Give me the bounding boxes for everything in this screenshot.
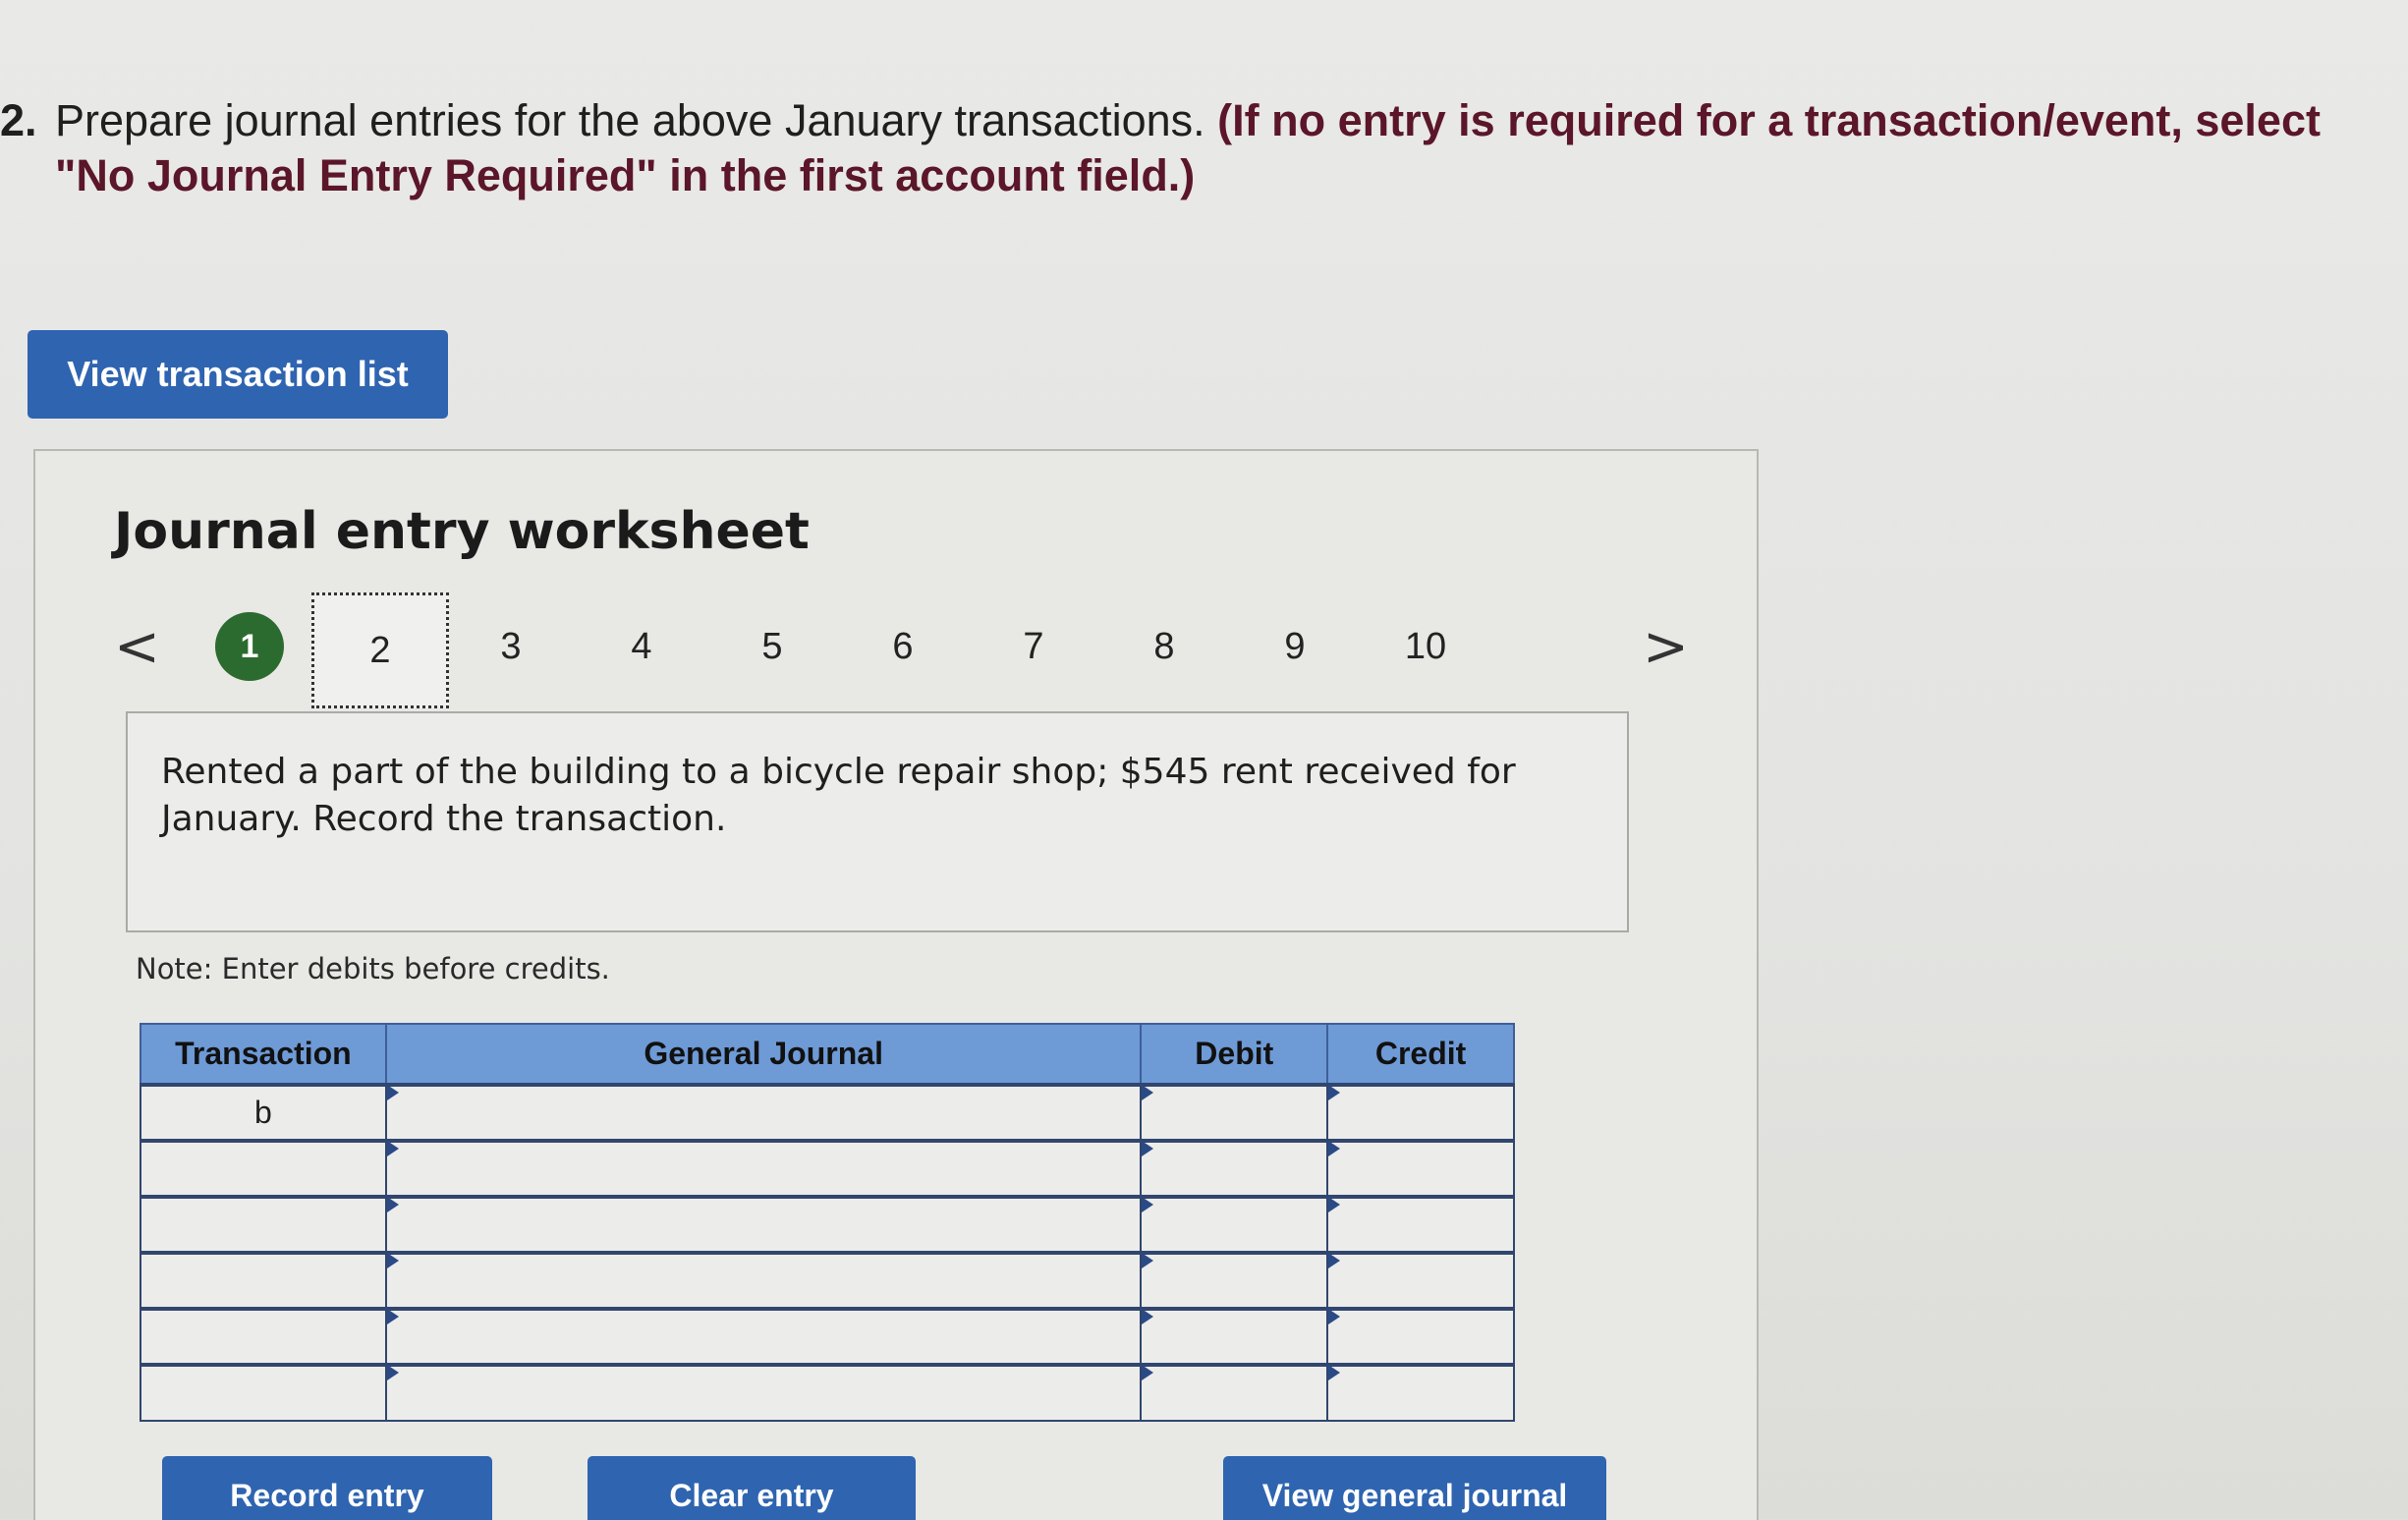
table-row: b (140, 1083, 1515, 1142)
cell-marker-icon (1328, 1309, 1341, 1324)
debit-input[interactable] (1140, 1251, 1329, 1310)
transaction-cell-value: b (254, 1095, 272, 1130)
question-text: Prepare journal entries for the above Ja… (55, 93, 2403, 203)
page-1[interactable]: 1 (215, 612, 284, 681)
worksheet-pager: < 1 2 3 4 5 6 7 8 9 10 > (114, 592, 1706, 716)
transaction-cell[interactable] (140, 1251, 387, 1310)
transaction-cell[interactable] (140, 1139, 387, 1198)
cell-marker-icon (386, 1365, 399, 1380)
page-10[interactable]: 10 (1391, 612, 1460, 681)
note-text: Note: Enter debits before credits. (136, 952, 610, 985)
view-transaction-list-button[interactable]: View transaction list (28, 330, 448, 419)
debit-input[interactable] (1140, 1139, 1329, 1198)
clear-entry-button[interactable]: Clear entry (588, 1456, 916, 1520)
account-input[interactable] (384, 1195, 1143, 1254)
credit-input[interactable] (1326, 1363, 1515, 1422)
page-4[interactable]: 4 (607, 612, 676, 681)
journal-table: Transaction General Journal Debit Credit… (140, 1023, 1515, 1422)
account-input[interactable] (384, 1307, 1143, 1366)
next-arrow-icon[interactable]: > (1643, 620, 1689, 675)
debit-input[interactable] (1140, 1195, 1329, 1254)
transaction-description-text: Rented a part of the building to a bicyc… (161, 752, 1516, 839)
credit-input[interactable] (1326, 1307, 1515, 1366)
cell-marker-icon (386, 1085, 399, 1100)
page-3[interactable]: 3 (476, 612, 545, 681)
cell-marker-icon (1142, 1141, 1154, 1156)
cell-marker-icon (1328, 1141, 1341, 1156)
cell-marker-icon (1328, 1365, 1341, 1380)
cell-marker-icon (1328, 1085, 1341, 1100)
page-6[interactable]: 6 (868, 612, 937, 681)
account-input[interactable] (384, 1251, 1143, 1310)
transaction-cell[interactable]: b (140, 1083, 387, 1142)
credit-input[interactable] (1326, 1251, 1515, 1310)
cell-marker-icon (1142, 1309, 1154, 1324)
page-5[interactable]: 5 (738, 612, 807, 681)
cell-marker-icon (386, 1253, 399, 1268)
table-row (140, 1363, 1515, 1422)
question-number: 2. (0, 95, 37, 145)
transaction-cell[interactable] (140, 1363, 387, 1422)
cell-marker-icon (1328, 1197, 1341, 1212)
table-row (140, 1195, 1515, 1254)
cell-marker-icon (1142, 1253, 1154, 1268)
record-entry-button[interactable]: Record entry (162, 1456, 492, 1520)
account-input[interactable] (384, 1363, 1143, 1422)
transaction-description: Rented a part of the building to a bicyc… (126, 711, 1629, 932)
cell-marker-icon (1142, 1085, 1154, 1100)
debit-input[interactable] (1140, 1083, 1329, 1142)
cell-marker-icon (386, 1141, 399, 1156)
table-row (140, 1251, 1515, 1310)
header-credit: Credit (1326, 1023, 1515, 1086)
account-input[interactable] (384, 1083, 1143, 1142)
page-8[interactable]: 8 (1130, 612, 1199, 681)
cell-marker-icon (386, 1197, 399, 1212)
debit-input[interactable] (1140, 1363, 1329, 1422)
prev-arrow-icon[interactable]: < (114, 620, 160, 675)
journal-entry-worksheet: Journal entry worksheet < 1 2 3 4 5 6 7 8 9 10 > … (33, 449, 1759, 1520)
page-7[interactable]: 7 (999, 612, 1068, 681)
view-general-journal-button[interactable]: View general journal (1223, 1456, 1606, 1520)
transaction-cell[interactable] (140, 1195, 387, 1254)
credit-input[interactable] (1326, 1195, 1515, 1254)
header-debit: Debit (1140, 1023, 1329, 1086)
header-general-journal: General Journal (384, 1023, 1143, 1086)
credit-input[interactable] (1326, 1139, 1515, 1198)
credit-input[interactable] (1326, 1083, 1515, 1142)
table-row (140, 1139, 1515, 1198)
page-9[interactable]: 9 (1260, 612, 1329, 681)
page-2[interactable]: 2 (311, 592, 449, 708)
transaction-cell[interactable] (140, 1307, 387, 1366)
cell-marker-icon (1328, 1253, 1341, 1268)
cell-marker-icon (1142, 1365, 1154, 1380)
header-transaction: Transaction (140, 1023, 387, 1086)
cell-marker-icon (1142, 1197, 1154, 1212)
table-row (140, 1307, 1515, 1366)
debit-input[interactable] (1140, 1307, 1329, 1366)
account-input[interactable] (384, 1139, 1143, 1198)
question-prompt: Prepare journal entries for the above Ja… (55, 95, 1218, 145)
cell-marker-icon (386, 1309, 399, 1324)
worksheet-title: Journal entry worksheet (114, 502, 810, 561)
